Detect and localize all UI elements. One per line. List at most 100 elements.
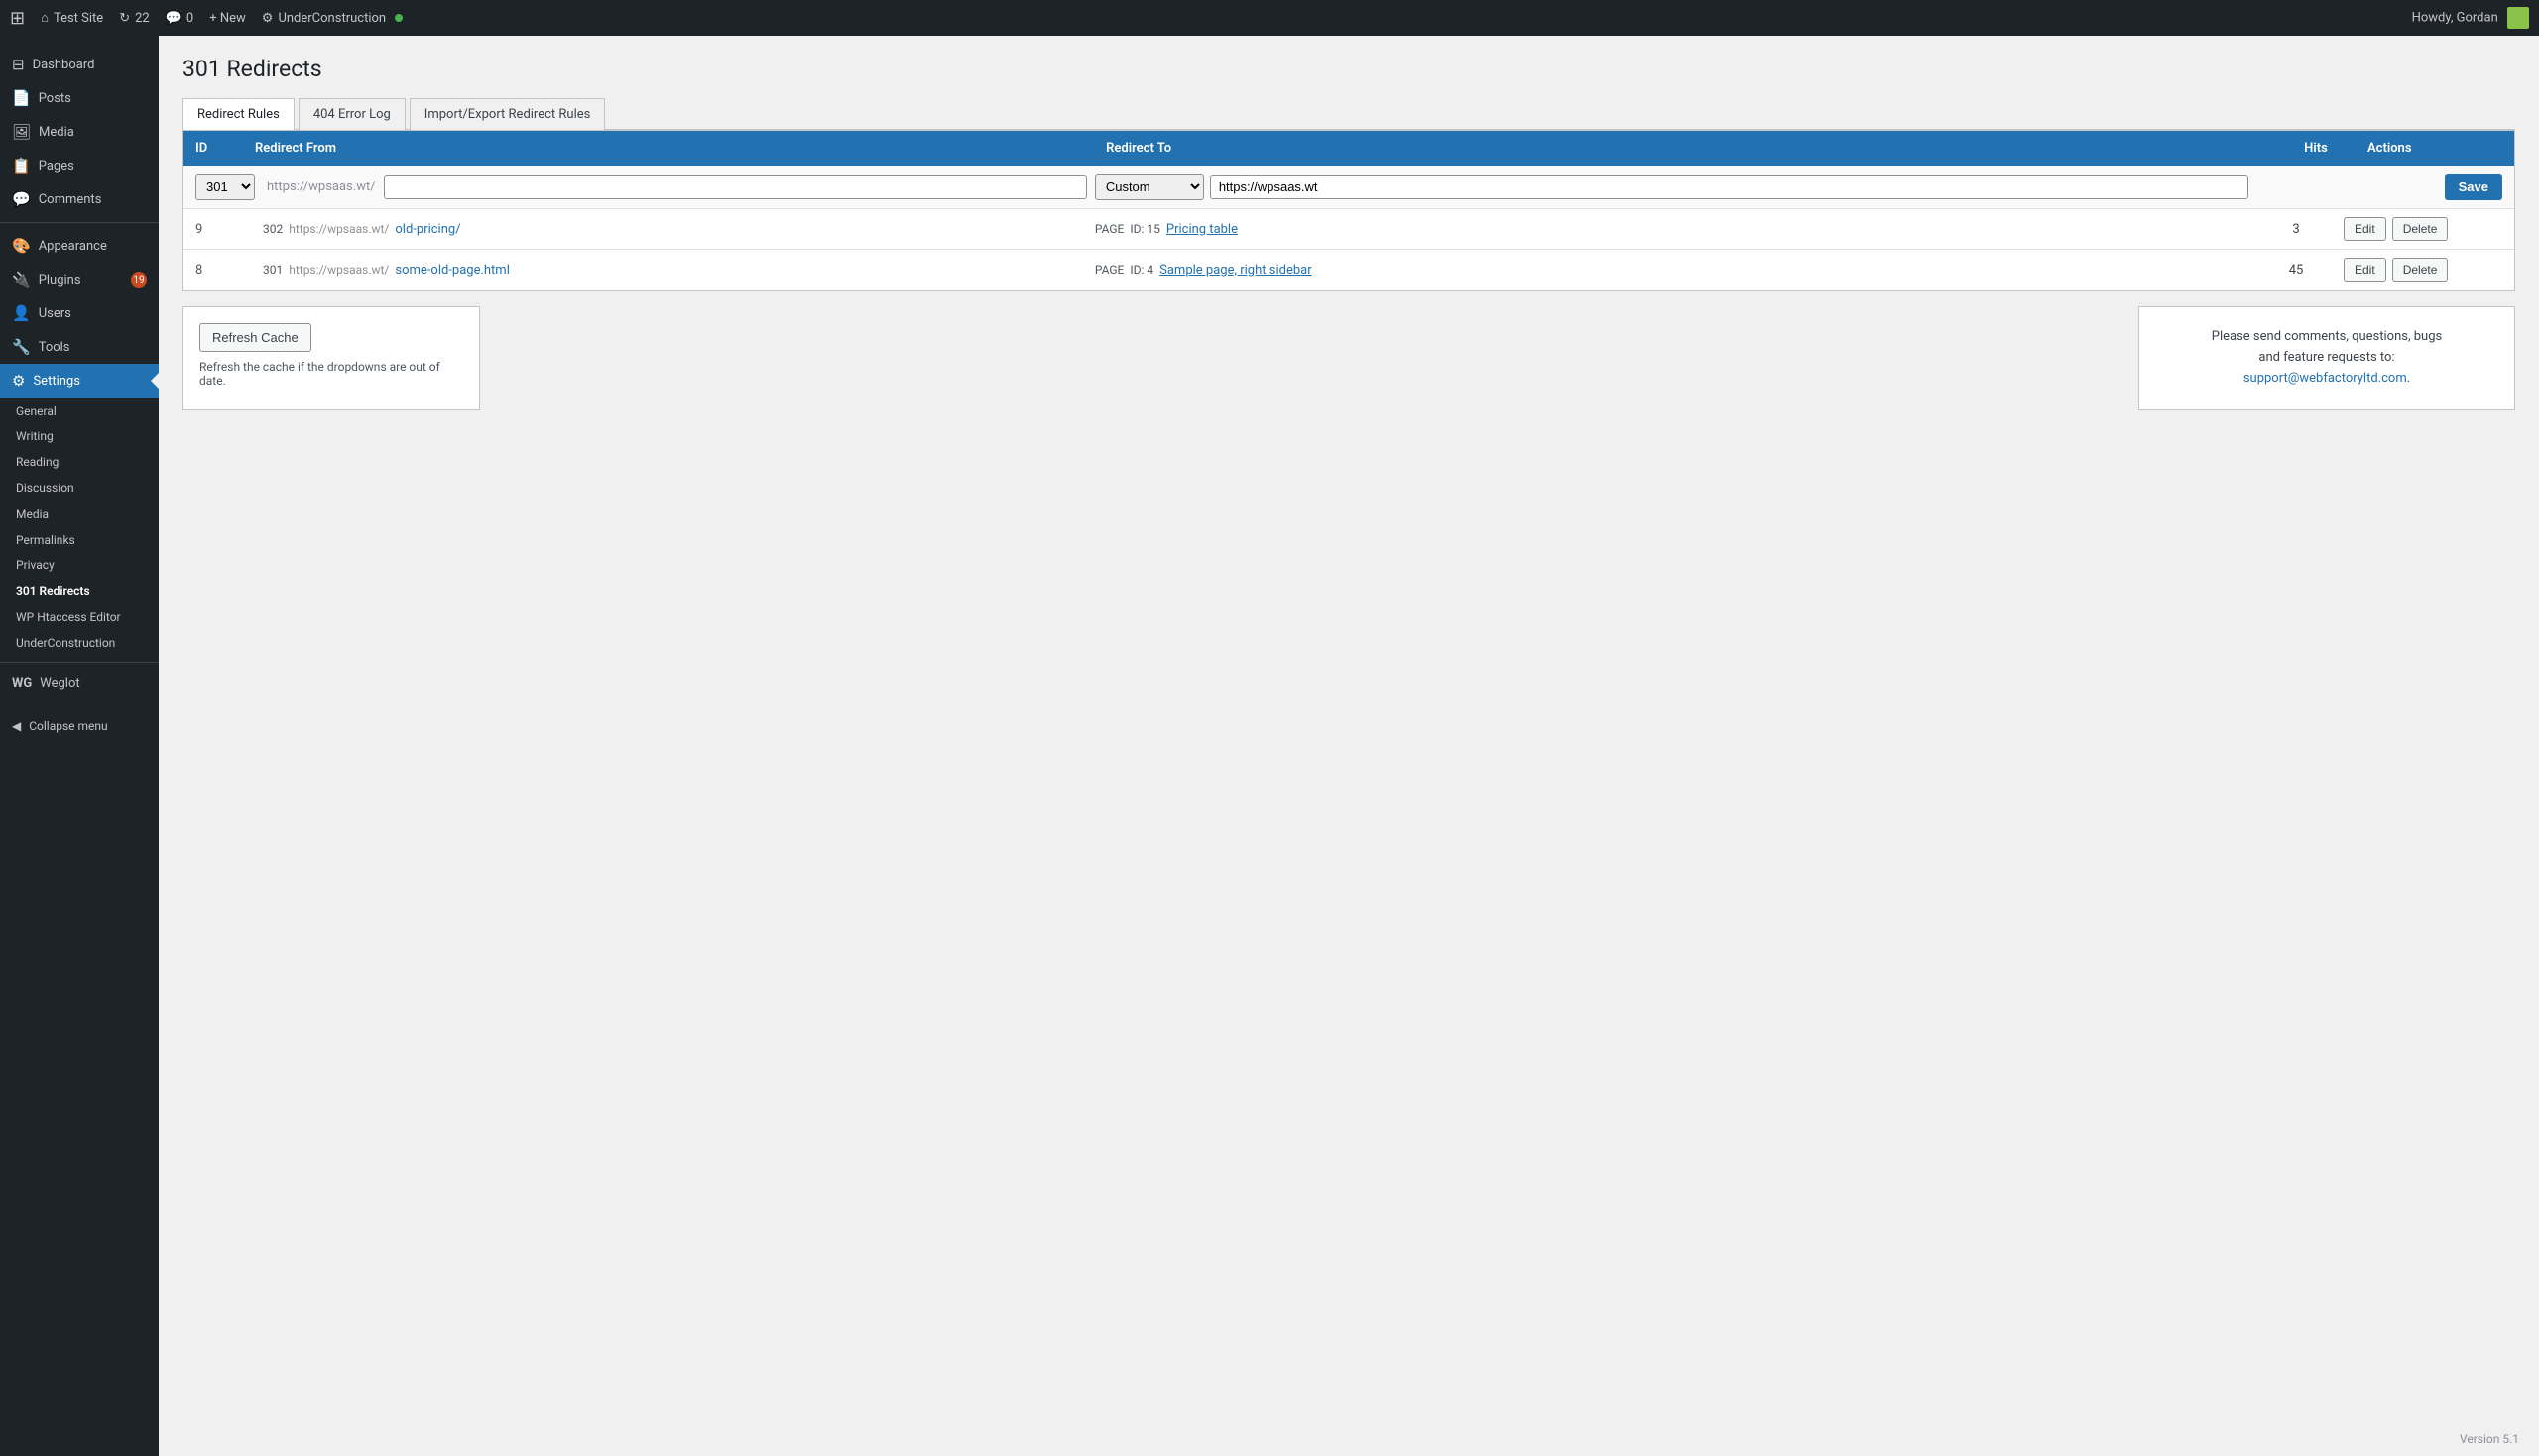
sidebar-sub-permalinks[interactable]: Permalinks bbox=[0, 527, 159, 552]
sidebar-item-plugins[interactable]: 🔌 Plugins 19 bbox=[0, 263, 159, 297]
support-text-1: Please send comments, questions, bugs bbox=[2159, 327, 2494, 348]
sidebar-sub-privacy[interactable]: Privacy bbox=[0, 552, 159, 578]
sidebar-sub-underconstruction[interactable]: UnderConstruction bbox=[0, 630, 159, 656]
sidebar-item-comments[interactable]: 💬 Comments bbox=[0, 182, 159, 216]
weglot-icon: WG bbox=[12, 676, 32, 691]
redirect-code-select[interactable]: 301 302 bbox=[195, 174, 255, 200]
sidebar-sub-reading[interactable]: Reading bbox=[0, 449, 159, 475]
row-hits-9: 3 bbox=[2256, 222, 2336, 237]
th-id: ID bbox=[183, 131, 243, 166]
save-button[interactable]: Save bbox=[2445, 174, 2502, 200]
refresh-cache-button[interactable]: Refresh Cache bbox=[199, 323, 311, 352]
row-from-9: 302 https://wpsaas.wt/ old-pricing/ bbox=[263, 222, 1087, 237]
row-id-8: 8 bbox=[195, 263, 255, 278]
new-redirect-row: 301 302 https://wpsaas.wt/ Custom Page P… bbox=[183, 166, 2514, 209]
updates-icon: ↻ bbox=[119, 11, 130, 26]
to-title-9[interactable]: Pricing table bbox=[1166, 222, 1238, 237]
sidebar-item-pages[interactable]: 📋 Pages bbox=[0, 149, 159, 182]
url-path-9[interactable]: old-pricing/ bbox=[395, 222, 460, 237]
new-link[interactable]: + New bbox=[209, 11, 246, 26]
sidebar-nav: ⊟ Dashboard 📄 Posts 🖼 Media 📋 Pages 💬 Co… bbox=[0, 44, 159, 703]
settings-submenu: General Writing Reading Discussion Media… bbox=[0, 398, 159, 656]
tab-redirect-rules-label: Redirect Rules bbox=[197, 107, 280, 122]
plugin-link[interactable]: ⚙ UnderConstruction bbox=[262, 11, 403, 26]
sidebar-sub-discussion[interactable]: Discussion bbox=[0, 475, 159, 501]
refresh-cache-box: Refresh Cache Refresh the cache if the d… bbox=[182, 306, 480, 410]
delete-button-8[interactable]: Delete bbox=[2392, 258, 2449, 282]
edit-button-9[interactable]: Edit bbox=[2344, 217, 2386, 241]
sidebar-sub-writing[interactable]: Writing bbox=[0, 424, 159, 449]
sidebar-item-settings[interactable]: ⚙ Settings bbox=[0, 364, 159, 398]
sidebar: ⊟ Dashboard 📄 Posts 🖼 Media 📋 Pages 💬 Co… bbox=[0, 36, 159, 1456]
info-row: Refresh Cache Refresh the cache if the d… bbox=[182, 306, 2515, 410]
page-title: 301 Redirects bbox=[182, 56, 2515, 82]
url-path-8[interactable]: some-old-page.html bbox=[395, 263, 509, 278]
sidebar-item-weglot[interactable]: WG Weglot bbox=[0, 668, 159, 699]
redirect-to-input[interactable] bbox=[1210, 175, 2248, 199]
sidebar-item-posts[interactable]: 📄 Posts bbox=[0, 81, 159, 115]
th-redirect-to: Redirect To bbox=[1094, 131, 2276, 166]
sidebar-posts-label: Posts bbox=[39, 91, 71, 106]
user-greeting: Howdy, Gordan bbox=[2412, 7, 2529, 29]
site-link[interactable]: ⌂ Test Site bbox=[41, 10, 103, 26]
sidebar-sub-media[interactable]: Media bbox=[0, 501, 159, 527]
th-redirect-from: Redirect From bbox=[243, 131, 1094, 166]
sidebar-users-label: Users bbox=[39, 306, 71, 321]
delete-button-9[interactable]: Delete bbox=[2392, 217, 2449, 241]
updates-count: 22 bbox=[135, 11, 150, 26]
plugins-icon: 🔌 bbox=[12, 271, 31, 289]
version-text: Version 5.1 bbox=[2460, 1432, 2519, 1446]
sidebar-item-media[interactable]: 🖼 Media bbox=[0, 115, 159, 149]
plugin-icon: ⚙ bbox=[262, 11, 274, 26]
support-box: Please send comments, questions, bugs an… bbox=[2138, 306, 2515, 410]
table-header-row: ID Redirect From Redirect To Hits Action… bbox=[183, 131, 2514, 166]
sidebar-item-appearance[interactable]: 🎨 Appearance bbox=[0, 229, 159, 263]
updates-link[interactable]: ↻ 22 bbox=[119, 11, 150, 26]
tabs: Redirect Rules 404 Error Log Import/Expo… bbox=[182, 98, 2515, 130]
sidebar-item-dashboard[interactable]: ⊟ Dashboard bbox=[0, 48, 159, 81]
to-title-8[interactable]: Sample page, right sidebar bbox=[1159, 263, 1312, 278]
table-row: 9 302 https://wpsaas.wt/ old-pricing/ PA… bbox=[183, 209, 2514, 250]
to-page-id-8: ID: 4 bbox=[1130, 263, 1153, 277]
admin-bar: ⊞ ⌂ Test Site ↻ 22 💬 0 + New ⚙ UnderCons… bbox=[0, 0, 2539, 36]
refresh-hint: Refresh the cache if the dropdowns are o… bbox=[199, 360, 463, 388]
comments-link[interactable]: 💬 0 bbox=[166, 11, 194, 26]
tab-404-error-log[interactable]: 404 Error Log bbox=[299, 98, 406, 130]
to-type-9: PAGE bbox=[1095, 222, 1125, 236]
to-page-id-9: ID: 15 bbox=[1130, 222, 1160, 236]
tab-import-export-label: Import/Export Redirect Rules bbox=[424, 107, 591, 122]
sidebar-sub-general[interactable]: General bbox=[0, 398, 159, 424]
tab-redirect-rules[interactable]: Redirect Rules bbox=[182, 98, 295, 130]
sidebar-media-label: Media bbox=[39, 125, 74, 140]
posts-icon: 📄 bbox=[12, 89, 31, 107]
sidebar-settings-label: Settings bbox=[33, 374, 79, 389]
home-icon: ⌂ bbox=[41, 10, 49, 26]
th-actions: Actions bbox=[2356, 131, 2514, 166]
tab-import-export[interactable]: Import/Export Redirect Rules bbox=[410, 98, 606, 130]
sidebar-item-users[interactable]: 👤 Users bbox=[0, 297, 159, 330]
settings-icon: ⚙ bbox=[12, 372, 25, 390]
collapse-label: Collapse menu bbox=[29, 719, 107, 733]
code-badge-8: 301 bbox=[263, 263, 283, 277]
sidebar-dashboard-label: Dashboard bbox=[33, 58, 95, 72]
url-base-8: https://wpsaas.wt/ bbox=[289, 263, 389, 277]
layout: ⊟ Dashboard 📄 Posts 🖼 Media 📋 Pages 💬 Co… bbox=[0, 36, 2539, 1456]
main-content: 301 Redirects Redirect Rules 404 Error L… bbox=[159, 36, 2539, 1456]
th-hits: Hits bbox=[2276, 131, 2356, 166]
media-icon: 🖼 bbox=[12, 123, 31, 141]
table-row: 8 301 https://wpsaas.wt/ some-old-page.h… bbox=[183, 250, 2514, 290]
edit-button-8[interactable]: Edit bbox=[2344, 258, 2386, 282]
redirect-from-input[interactable] bbox=[384, 175, 1087, 199]
sidebar-appearance-label: Appearance bbox=[39, 239, 107, 254]
sidebar-item-tools[interactable]: 🔧 Tools bbox=[0, 330, 159, 364]
sidebar-tools-label: Tools bbox=[39, 340, 70, 355]
user-avatar bbox=[2507, 7, 2529, 29]
dashboard-icon: ⊟ bbox=[12, 56, 25, 73]
new-label: + New bbox=[209, 11, 246, 26]
sidebar-weglot-label: Weglot bbox=[40, 676, 79, 691]
support-email-link[interactable]: support@webfactoryltd.com bbox=[2243, 371, 2407, 386]
redirect-type-select[interactable]: Custom Page Post bbox=[1095, 174, 1204, 200]
sidebar-sub-wp-htaccess[interactable]: WP Htaccess Editor bbox=[0, 604, 159, 630]
collapse-menu[interactable]: ◀ Collapse menu bbox=[0, 711, 159, 741]
sidebar-sub-301-redirects[interactable]: 301 Redirects bbox=[0, 578, 159, 604]
